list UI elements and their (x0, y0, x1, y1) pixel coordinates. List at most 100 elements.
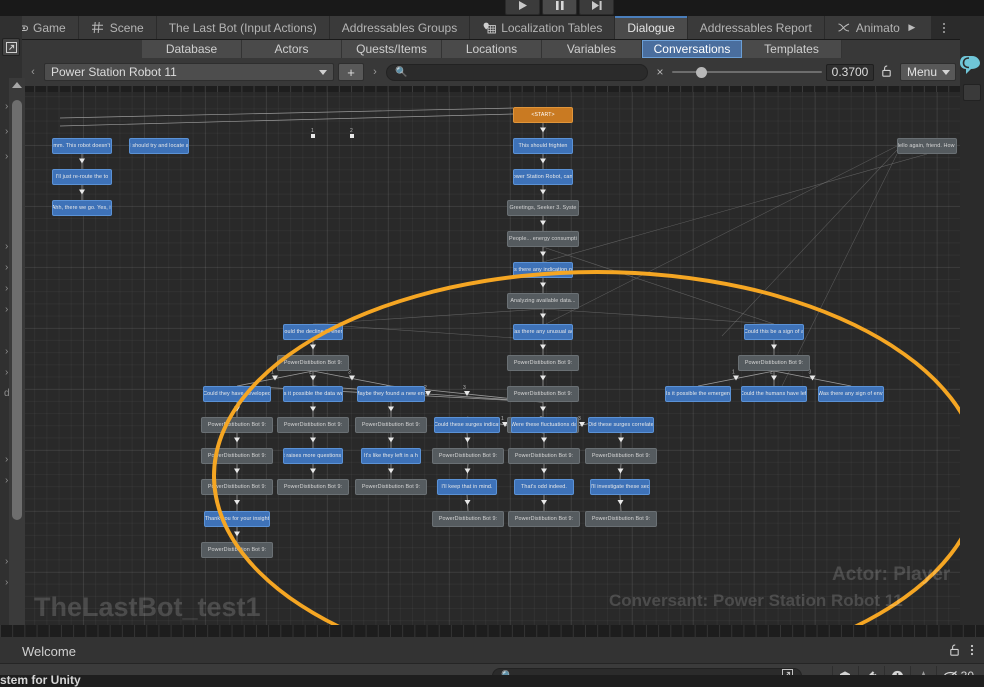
dialogue-node[interactable]: PowerDistibution Bot 9: (201, 417, 273, 433)
dialogue-node[interactable]: Power Station Robot, can y (513, 169, 573, 185)
dialogue-node[interactable]: Is there any indication of (513, 262, 573, 278)
dialogue-node[interactable]: PowerDistibution Bot 9: (201, 448, 273, 464)
prev-conversation-button[interactable]: ‹ (26, 66, 40, 78)
hierarchy-chevron-icon[interactable]: › (5, 346, 8, 357)
dialogue-node[interactable]: I should try and locate a (129, 138, 189, 154)
dialogue-node[interactable]: PowerDistibution Bot 9: (585, 448, 657, 464)
scrollbar-thumb[interactable] (12, 100, 22, 520)
dialogue-node[interactable]: Could this be a sign of a (744, 324, 804, 340)
tab-dialogue[interactable]: Dialogue (615, 16, 688, 39)
dialogue-node[interactable]: Hmm. This robot doesn't s (52, 138, 112, 154)
zoom-slider[interactable] (672, 65, 822, 79)
more-options-icon[interactable] (970, 644, 974, 659)
zoom-value-field[interactable]: 0.3700 (826, 63, 874, 81)
dialogue-node[interactable]: Greetings, Seeker 3. Syste (507, 200, 579, 216)
menu-dropdown[interactable]: Menu (900, 63, 956, 81)
add-conversation-button[interactable]: + (338, 63, 364, 81)
dialogue-node[interactable]: PowerDistibution Bot 9: (355, 417, 427, 433)
dialogue-node[interactable]: PowerDistibution Bot 9: (507, 386, 579, 402)
hierarchy-chevron-icon[interactable]: › (5, 241, 8, 252)
zoom-slider-handle[interactable] (696, 66, 707, 78)
link-handle[interactable] (311, 134, 315, 138)
chevron-right-icon[interactable]: ▶ (905, 22, 919, 33)
dialogue-node[interactable]: Hello again, friend. How c (897, 138, 957, 154)
dialogue-node[interactable]: Maybe they found a new ene (357, 386, 425, 402)
dialogue-node[interactable]: PowerDistibution Bot 9: (432, 448, 504, 464)
dialogue-node[interactable]: Is it possible the data wa (283, 386, 343, 402)
ds-tab-conversations[interactable]: Conversations (642, 40, 742, 58)
pause-button[interactable] (542, 0, 577, 15)
ds-tab-locations[interactable]: Locations (442, 40, 542, 58)
dialogue-node[interactable]: Was there any unusual acti (513, 324, 573, 340)
dialogue-node[interactable]: Analyzing available data... (507, 293, 579, 309)
dialogue-node[interactable]: Could they have developed (203, 386, 271, 402)
dialogue-node[interactable]: That's odd indeed. (514, 479, 574, 495)
dialogue-node[interactable]: Could these surges indicat (434, 417, 500, 433)
dialogue-node[interactable]: I'll investigate these sec (590, 479, 650, 495)
dialogue-node[interactable]: It's like they left in a h (361, 448, 421, 464)
conversation-dropdown[interactable]: Power Station Robot 11 (44, 63, 334, 81)
next-conversation-button[interactable]: › (368, 66, 382, 78)
ds-tab-quests-items[interactable]: Quests/Items (342, 40, 442, 58)
ds-tab-database[interactable]: Database (142, 40, 242, 58)
dialogue-node[interactable]: I'll just re-route the to (52, 169, 112, 185)
tab-input-actions[interactable]: The Last Bot (Input Actions) (156, 16, 330, 39)
hierarchy-chevron-icon[interactable]: › (5, 304, 8, 315)
dialogue-node[interactable]: Did these surges correlate (588, 417, 654, 433)
dialogue-node[interactable]: I'll keep that in mind. (437, 479, 497, 495)
hierarchy-chevron-icon[interactable]: › (5, 101, 8, 112)
hierarchy-chevron-icon[interactable]: › (5, 151, 8, 162)
lock-icon[interactable] (950, 644, 960, 659)
hierarchy-chevron-icon[interactable]: › (5, 475, 8, 486)
play-button[interactable] (505, 0, 540, 15)
dialogue-node[interactable]: PowerDistibution Bot 9: (585, 511, 657, 527)
tab-localization-tables[interactable]: Localization Tables (470, 16, 616, 39)
dialogue-node[interactable]: PowerDistibution Bot 9: (277, 355, 349, 371)
dialogue-node[interactable]: Thank you for your insight (204, 511, 270, 527)
dialogue-node[interactable]: PowerDistibution Bot 9: (201, 479, 273, 495)
conversation-node-canvas[interactable]: 21312312312312 <START>This should fright… (22, 86, 960, 637)
clear-search-button[interactable]: × (652, 65, 668, 79)
lock-icon[interactable] (878, 65, 896, 80)
dialogue-node[interactable]: Were these fluctuations da (511, 417, 577, 433)
tab-animator[interactable]: Animato ▶ (824, 16, 932, 39)
tab-scene[interactable]: Scene (78, 16, 157, 39)
conversation-search-input[interactable] (412, 66, 639, 78)
dialogue-node[interactable]: People... energy consumpti (507, 231, 579, 247)
dialogue-node[interactable]: PowerDistibution Bot 9: (507, 355, 579, 371)
tab-overflow-menu[interactable] (931, 16, 957, 39)
conversation-search-box[interactable]: 🔍 (386, 63, 648, 81)
hierarchy-chevron-icon[interactable]: › (5, 577, 8, 588)
dialogue-node[interactable]: PowerDistibution Bot 9: (508, 511, 580, 527)
dialogue-node[interactable]: Ahh, there we go. Yes, it (52, 200, 112, 216)
dialogue-node[interactable]: It raises more questions t (283, 448, 343, 464)
dialogue-node[interactable]: PowerDistibution Bot 9: (738, 355, 810, 371)
hierarchy-chevron-icon[interactable]: › (5, 126, 8, 137)
link-handle[interactable] (350, 134, 354, 138)
dialogue-node[interactable]: PowerDistibution Bot 9: (432, 511, 504, 527)
dialogue-node[interactable]: Was there any sign of envi (818, 386, 884, 402)
hierarchy-chevron-icon[interactable]: › (5, 262, 8, 273)
step-button[interactable] (579, 0, 614, 15)
dialogue-node[interactable]: PowerDistibution Bot 9: (277, 479, 349, 495)
popout-panel-button[interactable] (2, 38, 20, 56)
dialogue-node[interactable]: PowerDistibution Bot 9: (201, 542, 273, 558)
hierarchy-chevron-icon[interactable]: › (5, 454, 8, 465)
hierarchy-chevron-icon[interactable]: › (5, 367, 8, 378)
tab-addressables-report[interactable]: Addressables Report (687, 16, 825, 39)
dialogue-node[interactable]: PowerDistibution Bot 9: (508, 448, 580, 464)
ds-panel-button[interactable] (963, 84, 981, 101)
hierarchy-chevron-icon[interactable]: › (5, 556, 8, 567)
tab-addressables-groups[interactable]: Addressables Groups (329, 16, 471, 39)
hierarchy-scrollbar[interactable] (9, 78, 25, 638)
dialogue-node[interactable]: PowerDistibution Bot 9: (277, 417, 349, 433)
dialogue-node[interactable]: Could the humans have left (741, 386, 807, 402)
dialogue-node[interactable]: Could the decline in energ (283, 324, 343, 340)
dialogue-node[interactable]: PowerDistibution Bot 9: (355, 479, 427, 495)
ds-tab-actors[interactable]: Actors (242, 40, 342, 58)
hierarchy-chevron-icon[interactable]: › (5, 283, 8, 294)
dialogue-node[interactable]: This should frighten (513, 138, 573, 154)
ds-tab-variables[interactable]: Variables (542, 40, 642, 58)
dialogue-node[interactable]: <START> (513, 107, 573, 123)
dialogue-node[interactable]: Is it possible the emergen (665, 386, 731, 402)
